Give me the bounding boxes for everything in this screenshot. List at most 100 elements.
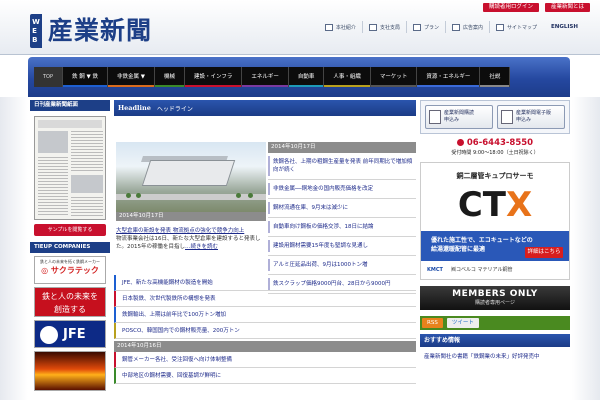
tieup-banner-furnace[interactable] (34, 351, 106, 391)
nav-item-color-bar (417, 85, 480, 87)
feature-summary: 物流事業会社は16日、新たな大型倉庫を建設すると発表した。2015年の稼働を目指… (116, 236, 261, 250)
util-link[interactable]: プラン (405, 21, 445, 33)
view-sample-button[interactable]: サンプルを閲覧する (34, 224, 106, 236)
subscriber-login-link[interactable]: 購読者用ログイン (482, 3, 539, 12)
jfe-logo-icon (40, 326, 58, 344)
jfe-text: JFE (63, 327, 86, 342)
rss-button[interactable]: RSS (422, 318, 443, 328)
headline-list-item[interactable]: アルミ圧延品出荷、9月は1000トン増 (268, 256, 416, 275)
sitemap-icon (495, 23, 504, 31)
ad-tagline: 銅二層管キュプロサーモ (456, 172, 534, 180)
about-link[interactable]: 産業新聞とは (544, 3, 590, 12)
phone-number: 06-6443-8550 (420, 138, 570, 148)
nav-item-color-bar (108, 85, 154, 87)
nav-item-color-bar (63, 85, 107, 87)
main-column: Headline ヘッドライン 2014年10月17日 大型倉庫の新設を発表 物… (114, 100, 416, 294)
news-list-item[interactable]: 日本製鉄、次世代製鉄所の構想を発表 (114, 291, 416, 307)
news-list: JFE、新たな高機能鋼材の製造を開始 日本製鉄、次世代製鉄所の構想を発表 鉄鋼輸出、… (114, 275, 416, 384)
feature-article: 2014年10月17日 大型倉庫の新設を発表 物流拠点の強化で競争力向上 物流事… (116, 142, 266, 251)
nav-item-color-bar (288, 85, 324, 87)
headline-list-item[interactable]: 非鉄金属──銅地金の国内販売価格を改定 (268, 180, 416, 199)
newspaper-thumbnail[interactable] (34, 116, 106, 220)
tieup-brand: ◎ サクラテック (41, 266, 99, 275)
tweet-button[interactable]: ツイート (446, 318, 479, 328)
nav-item[interactable]: 社説 (480, 67, 511, 87)
recommended-heading: おすすめ情報 (420, 334, 570, 347)
english-link[interactable]: ENGLISH (543, 21, 578, 33)
date-bar: 2014年10月17日 (268, 142, 416, 153)
news-list-item[interactable]: 鉄鋼輸出、上期は前年比で100万トン増加 (114, 307, 416, 323)
phone-hours: 受付時間 9:00～18:00（土日祝除く） (451, 150, 539, 156)
nav-item-color-bar (324, 85, 370, 87)
headline-area: 2014年10月17日 大型倉庫の新設を発表 物流拠点の強化で競争力向上 物流事… (114, 116, 416, 294)
util-link[interactable]: サイトマップ (488, 21, 543, 33)
nav-item-color-bar (34, 85, 63, 87)
subscription-buttons: 産業新聞購読 申込み 産業新聞電子版 申込み (420, 100, 570, 134)
util-link[interactable]: 支社支局 (361, 21, 406, 33)
nav-item-color-bar (185, 85, 242, 87)
nav-item[interactable]: 資源・エネルギー (417, 67, 481, 87)
members-only-banner[interactable]: MEMBERS ONLY 購読者専用ページ (420, 286, 570, 310)
members-title: MEMBERS ONLY (452, 289, 538, 299)
kmct-logo: KMCT (427, 267, 443, 273)
headline-label-ja: ヘッドライン (156, 105, 193, 113)
utility-nav: 本社紹介 支社支局 プラン 広告案内 サイトマップ ENGLISH (319, 21, 578, 33)
home-icon (324, 23, 333, 31)
read-more-link[interactable]: …続きを読む (185, 244, 218, 250)
tieup-slogan: 鉄と人の未来を 創造する (42, 292, 98, 314)
left-side-panel (0, 97, 28, 400)
ctx-ad-banner[interactable]: 銅二層管キュプロサーモ CTX 優れた施工性で、エコキュートなどの 給湯還暖配管に… (420, 162, 570, 280)
tieup-banner-jfe[interactable]: JFE (34, 320, 106, 348)
headline-list: 2014年10月17日 鉄鋼各社、上期の粗鋼生産量を発表 前年同期比で増加傾向が… (268, 142, 416, 294)
site-logo[interactable]: WEB 産業新聞 (30, 14, 152, 48)
headline-list-item[interactable]: 建設用鋼材需要15年度も堅調な見通し (268, 237, 416, 256)
ad-details-button[interactable]: 詳細はこちら (525, 247, 563, 258)
phone-icon (456, 139, 464, 146)
tieup-banner-sakuratec[interactable]: 鉄と人の未来を拓く鉄鋼メーカー ◎ サクラテック (34, 256, 106, 284)
news-list-item[interactable]: 中部地区の鋼材需要、回復基調が鮮明に (114, 368, 416, 384)
right-side-panel (572, 97, 600, 400)
nav-item[interactable]: 人事・組織 (324, 67, 371, 87)
headline-label-en: Headline (118, 104, 151, 112)
headline-list-item[interactable]: 鉄鋼各社、上期の粗鋼生産量を発表 前年同期比で増加傾向が続く (268, 153, 416, 180)
ad-footer: KMCT ㈱コベルコ マテリアル銅管 (421, 261, 569, 279)
nav-item-color-bar (370, 85, 417, 87)
subscribe-print-button[interactable]: 産業新聞購読 申込み (425, 105, 493, 129)
feature-date: 2014年10月17日 (116, 212, 266, 221)
headline-heading: Headline ヘッドライン (114, 100, 416, 116)
news-list-item[interactable]: JFE、新たな高機能鋼材の製造を開始 (114, 275, 416, 291)
nav-item[interactable]: 非鉄金属 ▼ (108, 67, 155, 87)
tieup-caption: 鉄と人の未来を拓く鉄鋼メーカー (40, 259, 100, 264)
nav-item[interactable]: エネルギー (242, 67, 289, 87)
recommended-link[interactable]: 産業新聞社の書籍「鉄鋼業の未来」好評発売中 (420, 347, 570, 361)
nav-item-color-bar (154, 85, 184, 87)
building-icon (368, 23, 377, 31)
document-icon (451, 23, 460, 31)
headline-list-item[interactable]: 自動車向け鋼板の価格交渉、18日に結論 (268, 218, 416, 237)
news-list-item[interactable]: 鋼管メーカー各社、受注回復へ向け体制整備 (114, 352, 416, 368)
nav-item[interactable]: 建設・インフラ (185, 67, 243, 87)
nav-item[interactable]: 自動車 (288, 67, 325, 87)
newspaper-heading: 日刊産業新聞紙面 (30, 100, 110, 111)
util-link[interactable]: 広告案内 (444, 21, 489, 33)
top-links: 購読者用ログイン 産業新聞とは (482, 3, 590, 12)
global-nav: TOP 鉄 鋼 ▼ 鉄非鉄金属 ▼ 機械 建設・インフラ エネルギー 自動車 人事・組織 マー… (34, 67, 511, 87)
right-sidebar: 産業新聞購読 申込み 産業新聞電子版 申込み 06-6443-8550 受付時間 9… (420, 100, 570, 361)
headline-list-item[interactable]: 鋼材流通在庫、9月末は減少に (268, 199, 416, 218)
nav-item[interactable]: TOP (34, 67, 64, 87)
nav-item[interactable]: マーケット (370, 67, 418, 87)
header: WEB 産業新聞 購読者用ログイン 産業新聞とは 本社紹介 支社支局 プラン 広… (0, 0, 600, 55)
nav-item[interactable]: 機械 (154, 67, 185, 87)
nav-item[interactable]: 鉄 鋼 ▼ 鉄 (63, 67, 108, 87)
feature-title-link[interactable]: 大型倉庫の新設を発表 物流拠点の強化で競争力向上 (116, 227, 266, 235)
feature-image[interactable] (116, 142, 266, 212)
news-list-item[interactable]: POSCO、韓国国内での鋼材販売量、200万トン (114, 323, 416, 339)
tieup-banner-slogan[interactable]: 鉄と人の未来を 創造する (34, 287, 106, 317)
util-link[interactable]: 本社紹介 (319, 21, 362, 33)
date-bar: 2014年10月16日 (114, 341, 416, 352)
subscribe-digital-button[interactable]: 産業新聞電子版 申込み (497, 105, 565, 129)
left-sidebar: 日刊産業新聞紙面 サンプルを閲覧する TIEUP COMPANIES 鉄と人の未… (30, 100, 110, 391)
calendar-icon (412, 23, 421, 31)
global-nav-bar: TOP 鉄 鋼 ▼ 鉄非鉄金属 ▼ 機械 建設・インフラ エネルギー 自動車 人事・組織 マー… (28, 57, 570, 97)
laptop-icon (501, 110, 513, 124)
